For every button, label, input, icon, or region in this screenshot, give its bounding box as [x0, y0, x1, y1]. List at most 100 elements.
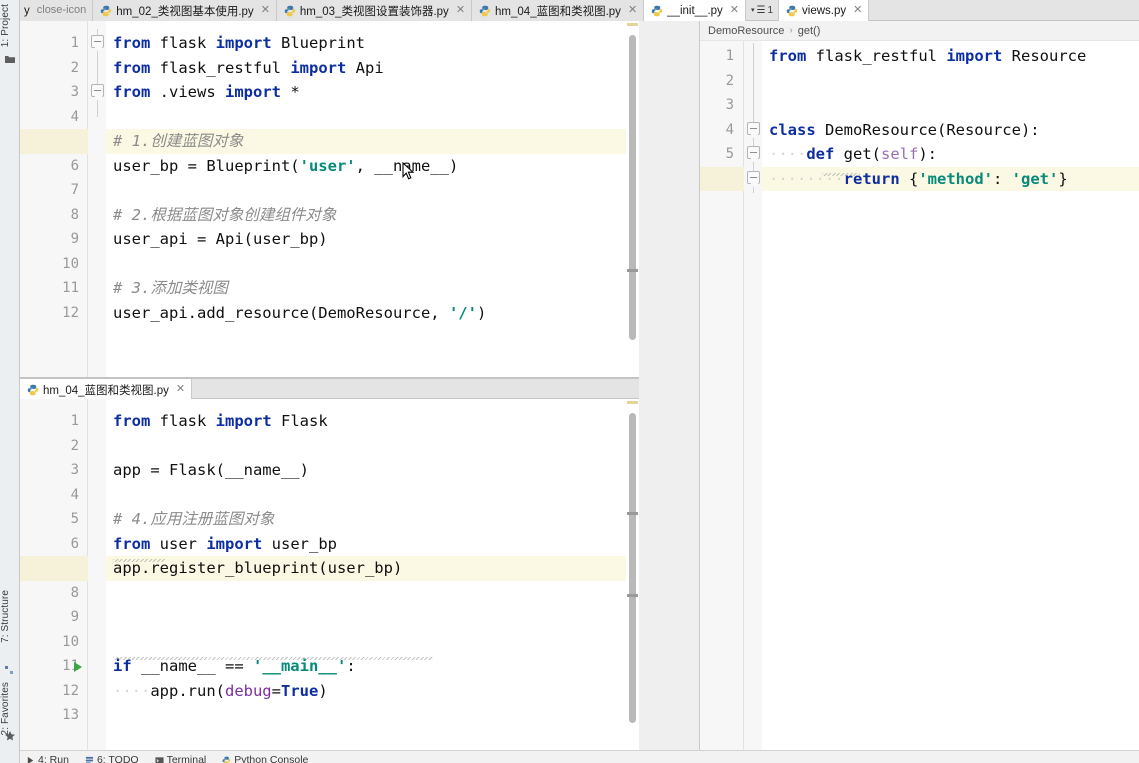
code-token: flask: [159, 34, 216, 52]
line-number: 7: [70, 182, 79, 198]
editor-tab-init-py[interactable]: __init__.py ✕: [644, 0, 746, 21]
scrollbar-thumb[interactable]: [629, 35, 636, 340]
code-line[interactable]: [106, 252, 639, 277]
code-token: from: [769, 47, 816, 65]
code-token: True: [281, 681, 319, 700]
code-line[interactable]: from flask import Flask: [106, 409, 639, 434]
scrollbar-thumb[interactable]: [629, 413, 636, 723]
code-line[interactable]: [106, 605, 639, 630]
editor-tab-label: hm_04_蓝图和类视图.py: [43, 384, 169, 397]
breadcrumb: DemoResource › get(): [700, 21, 1139, 41]
status-item-label: Terminal: [166, 754, 207, 763]
code-token: ):: [918, 145, 937, 163]
code-token: user_bp = Blueprint(: [113, 156, 300, 175]
line-number: 6: [70, 535, 79, 552]
fold-marker-icon[interactable]: [747, 122, 760, 135]
code-line[interactable]: ····def get(self):: [762, 142, 1139, 167]
close-icon[interactable]: close-icon: [37, 5, 87, 16]
code-line[interactable]: # 4.应用注册蓝图对象: [106, 507, 639, 532]
close-icon[interactable]: ✕: [853, 5, 862, 16]
python-console-icon: [222, 756, 231, 763]
close-icon[interactable]: ✕: [261, 5, 270, 16]
editor-tab-hm04[interactable]: hm_04_蓝图和类视图.py ✕: [20, 379, 193, 400]
code-line[interactable]: [106, 581, 639, 606]
code-folding-column[interactable]: [744, 41, 762, 750]
code-line[interactable]: from user import user_bp: [106, 532, 639, 557]
status-item-terminal[interactable]: Terminal: [155, 754, 207, 763]
code-line[interactable]: # 1.创建蓝图对象: [106, 129, 639, 154]
status-item-todo[interactable]: 6: TODO: [85, 754, 139, 763]
editor-tab-bar: y close-icon hm_02_类视图基本使用.py ✕ hm_03_类视…: [20, 0, 1139, 21]
fold-marker-icon[interactable]: [91, 35, 104, 48]
editor-tab-0[interactable]: y close-icon: [20, 0, 94, 21]
code-folding-column[interactable]: [88, 399, 106, 750]
code-line[interactable]: from flask_restful import Api: [106, 56, 639, 81]
current-line-gutter-highlight: [700, 166, 744, 191]
code-token: DemoResource(Resource):: [825, 120, 1040, 139]
tool-window-project[interactable]: 1: Project: [0, 4, 20, 47]
breadcrumb-item-class[interactable]: DemoResource: [708, 25, 784, 37]
code-content-init-py[interactable]: from flask import Blueprint from flask_re…: [106, 21, 639, 377]
code-line[interactable]: [106, 630, 639, 655]
code-line[interactable]: user_bp = Blueprint('user', __name__): [106, 154, 639, 179]
editor-scrollbar[interactable]: [626, 21, 639, 377]
code-line[interactable]: [106, 703, 639, 728]
status-item-label: 6: TODO: [96, 754, 139, 763]
code-line[interactable]: from flask_restful import Resource: [762, 44, 1139, 69]
code-line[interactable]: app.register_blueprint(user_bp): [106, 556, 639, 581]
close-icon[interactable]: ✕: [628, 5, 637, 16]
tool-window-favorites[interactable]: 2: Favorites: [0, 682, 20, 735]
code-token: self: [880, 145, 919, 163]
fold-marker-icon[interactable]: [747, 171, 760, 184]
code-line[interactable]: [106, 483, 639, 508]
editor-tab-views-py[interactable]: views.py ✕: [779, 0, 870, 21]
tool-window-structure[interactable]: 7: Structure: [0, 590, 20, 643]
code-folding-column[interactable]: [88, 21, 106, 377]
editor-pane-hm04[interactable]: 12345678910111213 from flask import Flas…: [20, 399, 639, 750]
code-token: user_bp: [271, 534, 337, 553]
fold-marker-icon[interactable]: [91, 84, 104, 97]
code-line[interactable]: user_api.add_resource(DemoResource, '/'): [106, 301, 639, 326]
current-line-gutter-highlight: [20, 129, 88, 154]
tab-count-label: 1: [767, 4, 774, 16]
status-item-run[interactable]: 4: Run: [26, 754, 69, 763]
code-line[interactable]: app = Flask(__name__): [106, 458, 639, 483]
run-gutter-icon[interactable]: [74, 662, 82, 672]
line-number: 2: [725, 72, 734, 89]
code-line[interactable]: ····app.run(debug=True): [106, 679, 639, 704]
code-content-hm04[interactable]: from flask import Flask app = Flask(__nam…: [106, 399, 639, 750]
code-token: class: [769, 120, 825, 139]
code-line[interactable]: [762, 93, 1139, 118]
code-line[interactable]: from .views import *: [106, 80, 639, 105]
code-line[interactable]: [106, 434, 639, 459]
code-line[interactable]: [762, 69, 1139, 94]
editor-tab-3[interactable]: hm_04_蓝图和类视图.py ✕: [472, 0, 645, 21]
code-content-views-py[interactable]: from flask_restful import Resource class …: [762, 41, 1139, 750]
code-token: }: [1058, 169, 1068, 188]
code-token: ····: [113, 681, 151, 700]
breadcrumb-item-method[interactable]: get(): [798, 25, 821, 37]
editor-tab-1[interactable]: hm_02_类视图基本使用.py ✕: [93, 0, 277, 21]
editor-pane-views-py[interactable]: 123456 from flask_restful import Resourc…: [700, 41, 1139, 750]
line-number: 12: [62, 682, 79, 699]
editor-pane-init-py[interactable]: 123456789101112 from flask import Bluepr…: [20, 21, 639, 377]
editor-tab-2[interactable]: hm_03_类视图设置装饰器.py ✕: [276, 0, 473, 21]
close-icon[interactable]: ✕: [176, 384, 185, 395]
code-line[interactable]: class DemoResource(Resource):: [762, 118, 1139, 143]
fold-marker-icon[interactable]: [747, 146, 760, 159]
code-line[interactable]: ········return {'method': 'get'}: [762, 167, 1139, 192]
code-line[interactable]: [106, 178, 639, 203]
code-line[interactable]: user_api = Api(user_bp): [106, 227, 639, 252]
line-number: 4: [70, 486, 79, 503]
editor-scrollbar[interactable]: [626, 399, 639, 750]
tab-list-button[interactable]: ▾ ☰ 1: [746, 0, 780, 20]
status-item-python-console[interactable]: Python Console: [222, 754, 308, 763]
code-line[interactable]: # 3.添加类视图: [106, 276, 639, 301]
code-line[interactable]: from flask import Blueprint: [106, 31, 639, 56]
code-line[interactable]: [106, 105, 639, 130]
close-icon[interactable]: ✕: [456, 5, 465, 16]
vertical-splitter[interactable]: [639, 21, 700, 750]
close-icon[interactable]: ✕: [730, 5, 739, 16]
code-line[interactable]: # 2.根据蓝图对象创建组件对象: [106, 203, 639, 228]
breadcrumb-separator-icon: ›: [789, 25, 793, 36]
